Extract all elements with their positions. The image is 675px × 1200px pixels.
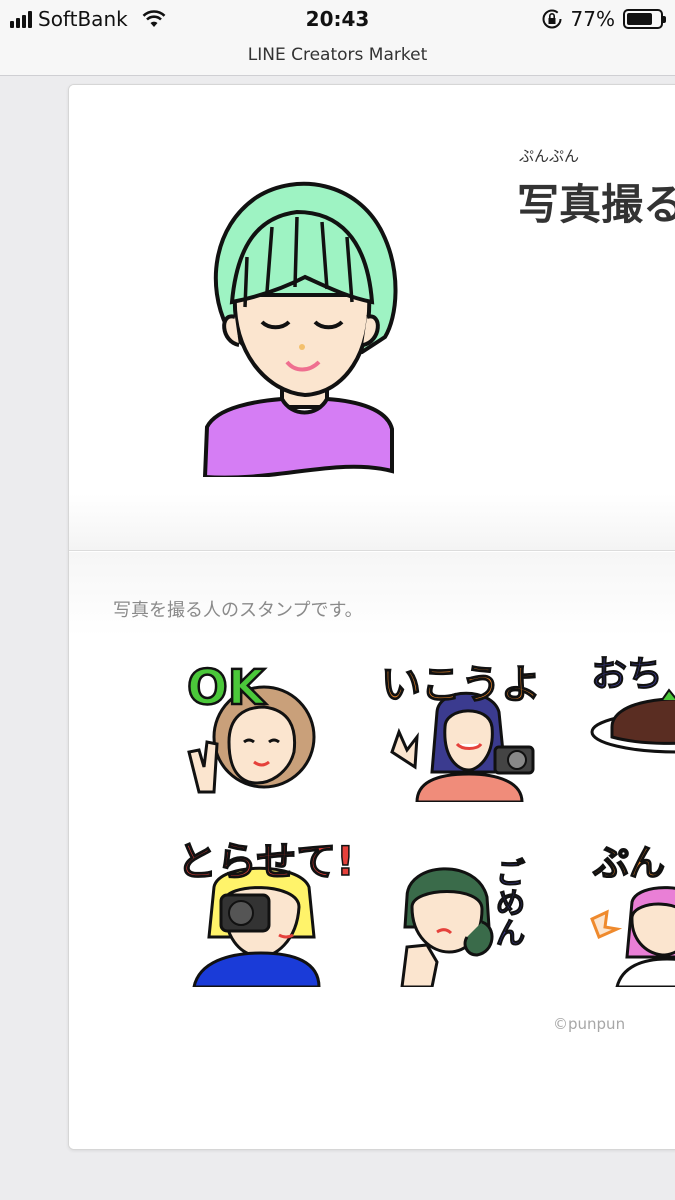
sticker-ikouyo[interactable]: いこうよ: [377, 642, 562, 802]
sticker-gomen[interactable]: ごめん: [377, 827, 562, 987]
sticker-ok[interactable]: OK: [169, 642, 354, 802]
sticker-gomen-label: ごめん: [490, 857, 525, 947]
sticker-ok-label: OK: [187, 660, 267, 716]
sticker-cake[interactable]: おち: [587, 642, 675, 802]
sticker-description: 写真を撮る人のスタンプです。: [113, 600, 363, 621]
sticker-detail-card: ぷんぷん 写真撮る 写真を撮る人のスタンプです。 OK いこうよ おち とらせて…: [68, 84, 675, 1150]
address-bar[interactable]: LINE Creators Market: [0, 38, 675, 76]
sticker-cake-label: おち: [591, 654, 663, 695]
rotation-lock-icon: [542, 9, 562, 29]
main-sticker-image[interactable]: [187, 177, 407, 477]
author-name[interactable]: ぷんぷん: [519, 145, 579, 166]
battery-group: 77%: [541, 7, 666, 31]
battery-percent: 77%: [570, 7, 615, 31]
sticker-punpun-label: ぷん: [592, 843, 665, 884]
battery-icon: [623, 9, 666, 29]
battery-fill: [627, 13, 652, 25]
page-title: 写真撮る: [517, 180, 675, 229]
sticker-info-section: 写真を撮る人のスタンプです。 OK いこうよ おち とらせて! ごめん ぷん ©…: [69, 552, 675, 1149]
sticker-torasete[interactable]: とらせて!: [169, 827, 354, 987]
hero-section: ぷんぷん 写真撮る: [69, 85, 675, 551]
status-bar: SoftBank 20:43 77%: [0, 0, 675, 38]
sticker-punpun[interactable]: ぷん: [587, 827, 675, 987]
sticker-ikouyo-label: いこうよ: [381, 662, 541, 708]
copyright: ©punpun: [553, 1015, 626, 1033]
sticker-torasete-label: とらせて!: [177, 839, 354, 885]
